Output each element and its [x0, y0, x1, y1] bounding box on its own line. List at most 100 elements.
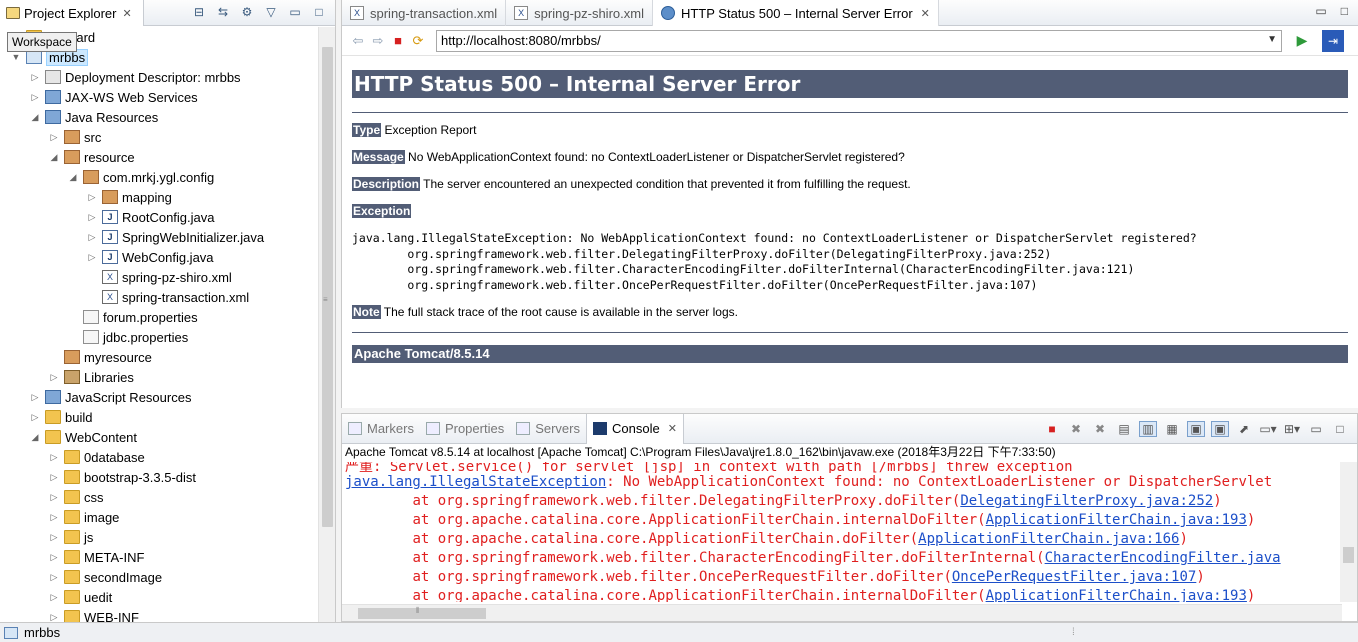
tree-item[interactable]: ◢ com.mrkj.ygl.config — [67, 167, 215, 187]
chevron-right-icon[interactable]: ▷ — [48, 572, 60, 583]
tab-project-explorer[interactable]: Project Explorer ✕ — [0, 0, 144, 26]
tree-item[interactable]: ▷ css — [48, 487, 104, 507]
chevron-down-icon[interactable]: ◢ — [48, 152, 60, 163]
word-wrap-icon[interactable]: ▦ — [1163, 421, 1181, 437]
terminate-icon[interactable]: ■ — [1043, 421, 1061, 437]
chevron-right-icon[interactable]: ▷ — [48, 472, 60, 483]
tab-console[interactable]: Console ✕ — [586, 413, 684, 444]
filter-icon[interactable]: ⚙ — [239, 4, 255, 20]
chevron-right-icon[interactable]: ▷ — [48, 372, 60, 383]
stack-link[interactable]: ApplicationFilterChain.java:193 — [986, 588, 1247, 602]
chevron-right-icon[interactable]: ▷ — [29, 72, 41, 83]
go-icon[interactable]: ▶ — [1292, 31, 1312, 51]
show-on-stderr-icon[interactable]: ▣ — [1211, 421, 1229, 437]
maximize-icon[interactable]: □ — [1331, 421, 1349, 437]
tree-item[interactable]: Xspring-pz-shiro.xml — [86, 267, 232, 287]
close-icon[interactable]: ✕ — [921, 7, 930, 20]
tree-item[interactable]: myresource — [48, 347, 152, 367]
show-on-stdout-icon[interactable]: ▣ — [1187, 421, 1205, 437]
tab-spring-pz-shiro[interactable]: X spring-pz-shiro.xml — [506, 0, 653, 26]
chevron-down-icon[interactable]: ▼ — [1267, 34, 1277, 45]
chevron-right-icon[interactable]: ▷ — [86, 252, 98, 263]
tree-item[interactable]: forum.properties — [67, 307, 198, 327]
open-console-icon[interactable]: ⊞▾ — [1283, 421, 1301, 437]
chevron-right-icon[interactable]: ▷ — [48, 492, 60, 503]
chevron-down-icon[interactable]: ◢ — [29, 432, 41, 443]
chevron-down-icon[interactable]: ◢ — [67, 172, 79, 183]
clear-console-icon[interactable]: ▤ — [1115, 421, 1133, 437]
remove-launch-icon[interactable]: ✖ — [1067, 421, 1085, 437]
pin-console-icon[interactable]: ⬈ — [1235, 421, 1253, 437]
tree-item[interactable]: ▷ build — [29, 407, 93, 427]
stack-link[interactable]: CharacterEncodingFilter.java — [1045, 550, 1281, 566]
scroll-lock-icon[interactable]: ▥ — [1139, 421, 1157, 437]
stack-link[interactable]: OncePerRequestFilter.java:107 — [952, 569, 1196, 585]
scrollbar-thumb[interactable] — [358, 608, 486, 619]
external-browser-icon[interactable]: ⇥ — [1322, 29, 1344, 52]
maximize-icon[interactable]: □ — [1341, 4, 1348, 18]
close-icon[interactable]: ✕ — [668, 422, 677, 435]
tab-properties[interactable]: Properties — [420, 414, 510, 444]
tree-item[interactable]: ▷ J SpringWebInitializer.java — [86, 227, 265, 247]
collapse-all-icon[interactable]: ⊟ — [191, 4, 207, 20]
tab-markers[interactable]: Markers — [342, 414, 420, 444]
chevron-right-icon[interactable]: ▷ — [48, 612, 60, 623]
close-icon[interactable]: ✕ — [122, 7, 131, 20]
console-output[interactable]: 严重: Servlet.service() for servlet [jsp] … — [342, 462, 1342, 602]
tree-item[interactable]: ▷ image — [48, 507, 120, 527]
tree-item[interactable]: ▷ secondImage — [48, 567, 163, 587]
stack-link[interactable]: ApplicationFilterChain.java:166 — [918, 531, 1179, 547]
stack-link[interactable]: java.lang.IllegalStateException — [345, 474, 606, 490]
chevron-down-icon[interactable]: ◢ — [29, 112, 41, 123]
tree-item[interactable]: Xspring-transaction.xml — [86, 287, 249, 307]
tree-item[interactable]: ▷ js — [48, 527, 94, 547]
stack-link[interactable]: DelegatingFilterProxy.java:252 — [960, 493, 1213, 509]
scrollbar-thumb[interactable] — [1343, 547, 1354, 563]
minimize-icon[interactable]: ▭ — [287, 4, 303, 20]
tab-http-status-500[interactable]: HTTP Status 500 – Internal Server Error … — [652, 0, 939, 26]
chevron-right-icon[interactable]: ▷ — [48, 592, 60, 603]
tree-item[interactable]: ▷ WEB-INF — [48, 607, 139, 622]
minimize-icon[interactable]: ▭ — [1307, 421, 1325, 437]
chevron-right-icon[interactable]: ▷ — [29, 92, 41, 103]
tree-item[interactable]: ▷ mapping — [86, 187, 172, 207]
tree-item[interactable]: ▷ bootstrap-3.3.5-dist — [48, 467, 196, 487]
maximize-icon[interactable]: □ — [311, 4, 327, 20]
chevron-right-icon[interactable]: ▷ — [48, 532, 60, 543]
tree-item[interactable]: ▷ J RootConfig.java — [86, 207, 215, 227]
url-input[interactable]: http://localhost:8080/mrbbs/ ▼ — [436, 29, 1282, 52]
stack-link[interactable]: ApplicationFilterChain.java:193 — [986, 512, 1247, 528]
chevron-right-icon[interactable]: ▷ — [48, 132, 60, 143]
back-icon[interactable]: ⇦ — [348, 31, 368, 51]
view-menu-icon[interactable]: ▽ — [263, 4, 279, 20]
tree-item[interactable]: ▷ 0database — [48, 447, 145, 467]
tab-servers[interactable]: Servers — [510, 414, 586, 444]
chevron-right-icon[interactable]: ▷ — [86, 192, 98, 203]
chevron-right-icon[interactable]: ▷ — [86, 212, 98, 223]
remove-all-icon[interactable]: ✖ — [1091, 421, 1109, 437]
tab-spring-transaction[interactable]: X spring-transaction.xml — [342, 0, 507, 26]
tree-item[interactable]: ▷ Deployment Descriptor: mrbbs — [29, 67, 241, 87]
link-with-editor-icon[interactable]: ⇆ — [215, 4, 231, 20]
console-horizontal-scrollbar[interactable]: ⦀ — [342, 604, 1342, 621]
chevron-right-icon[interactable]: ▷ — [48, 452, 60, 463]
tree-item[interactable]: ◢ Java Resources — [29, 107, 159, 127]
chevron-right-icon[interactable]: ▷ — [29, 392, 41, 403]
tree-item[interactable]: ▷ META-INF — [48, 547, 145, 567]
tree-item[interactable]: ▷ Libraries — [48, 367, 134, 387]
refresh-icon[interactable]: ⟳ — [408, 31, 428, 51]
console-vertical-scrollbar[interactable] — [1340, 462, 1357, 602]
chevron-right-icon[interactable]: ▷ — [29, 412, 41, 423]
display-console-icon[interactable]: ▭▾ — [1259, 421, 1277, 437]
stop-icon[interactable]: ■ — [388, 31, 408, 51]
tree-item[interactable]: ◢ WebContent — [29, 427, 138, 447]
tree-item[interactable]: ▷ JAX-WS Web Services — [29, 87, 198, 107]
chevron-down-icon[interactable]: ▼ — [10, 52, 22, 62]
forward-icon[interactable]: ⇨ — [368, 31, 388, 51]
tree-item[interactable]: ▷ uedit — [48, 587, 113, 607]
tree-item[interactable]: ▷ src — [48, 127, 102, 147]
tree-item[interactable]: ▷ JavaScript Resources — [29, 387, 192, 407]
chevron-right-icon[interactable]: ▷ — [48, 512, 60, 523]
minimize-icon[interactable]: ▭ — [1315, 4, 1326, 18]
tree-item[interactable]: ◢ resource — [48, 147, 135, 167]
